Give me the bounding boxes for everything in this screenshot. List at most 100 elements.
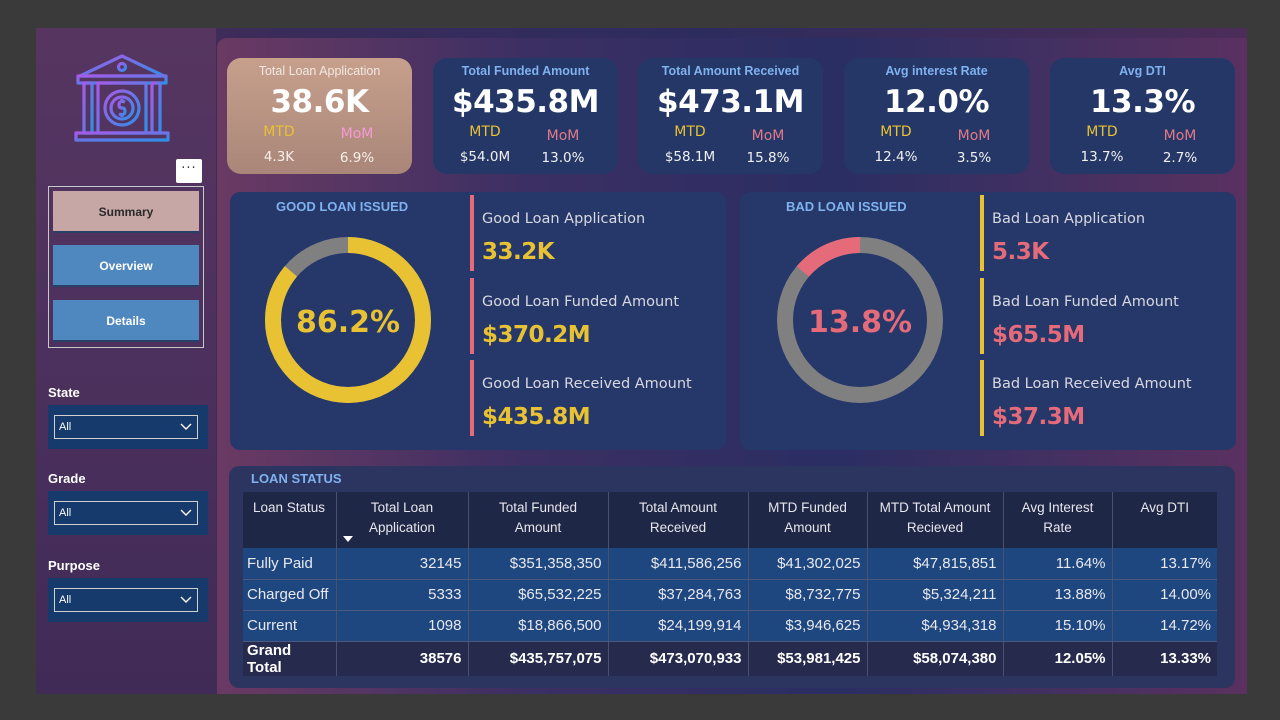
good-loan-application-metric: Good Loan Application 33.2K [470, 195, 720, 271]
bad-loan-panel: BAD LOAN ISSUED 13.8% Bad Loan Applicati… [740, 192, 1236, 450]
good-loan-donut[interactable]: 86.2% [258, 230, 438, 410]
purpose-filter-label: Purpose [48, 558, 101, 573]
kpi-card-amount-received[interactable]: Total Amount Received $473.1M MTD MoM $5… [638, 58, 823, 174]
state-filter-label: State [48, 385, 80, 400]
state-filter: All [48, 405, 208, 449]
kpi-value: $473.1M [657, 84, 804, 120]
table-cell: 5333 [336, 579, 469, 611]
column-header-total-amount-received[interactable]: Total Amount Received [608, 492, 749, 548]
kpi-mtd-value: 4.3K [263, 149, 295, 165]
more-options-button[interactable]: ··· [176, 159, 202, 183]
loan-status-title: LOAN STATUS [251, 471, 342, 486]
table-cell: 14.00% [1112, 579, 1217, 611]
column-header-label: MTD Total Amount Recieved [879, 500, 991, 535]
nav-summary-button[interactable]: Summary [53, 191, 199, 233]
table-cell: $411,586,256 [608, 548, 749, 580]
kpi-mom-label: MoM [957, 128, 991, 144]
metric-label: Bad Loan Application [992, 211, 1146, 227]
kpi-title: Total Amount Received [661, 64, 800, 78]
metric-accent-bar [470, 360, 474, 436]
column-header-loan-status[interactable]: Loan Status [243, 492, 337, 548]
table-cell: Current [243, 610, 337, 642]
good-loan-funded-metric: Good Loan Funded Amount $370.2M [470, 278, 720, 354]
column-header-total-funded-amount[interactable]: Total Funded Amount [468, 492, 609, 548]
table-cell: $3,946,625 [748, 610, 868, 642]
column-header-avg-dti[interactable]: Avg DTI [1112, 492, 1217, 548]
bad-loan-donut[interactable]: 13.8% [770, 230, 950, 410]
purpose-dropdown[interactable]: All [54, 588, 198, 612]
metric-label: Good Loan Funded Amount [482, 294, 680, 310]
nav-overview-button[interactable]: Overview [53, 245, 199, 287]
kpi-mom-value: 15.8% [746, 150, 790, 166]
table-cell: Fully Paid [243, 548, 337, 580]
table-cell: $53,981,425 [748, 641, 868, 676]
kpi-mtd-value: $54.0M [459, 149, 511, 165]
kpi-card-funded-amount[interactable]: Total Funded Amount $435.8M MTD MoM $54.… [433, 58, 618, 174]
kpi-mom-label: MoM [546, 128, 580, 144]
good-loan-received-metric: Good Loan Received Amount $435.8M [470, 360, 720, 436]
table-cell: 14.72% [1112, 610, 1217, 642]
column-header-label: Total Loan Application [368, 500, 436, 535]
column-header-label: Total Amount Received [638, 500, 718, 535]
kpi-card-total-applications[interactable]: Total Loan Application 38.6K MTD MoM 4.3… [227, 58, 412, 174]
table-row[interactable]: Current 1098 $18,866,500 $24,199,914 $3,… [243, 610, 1217, 642]
main-content: Total Loan Application 38.6K MTD MoM 4.3… [217, 38, 1247, 694]
kpi-mom-value: 6.9% [339, 150, 375, 166]
grade-dropdown[interactable]: All [54, 501, 198, 525]
bad-loan-received-metric: Bad Loan Received Amount $37.3M [980, 360, 1230, 436]
state-dropdown[interactable]: All [54, 415, 198, 439]
table-cell: $435,757,075 [468, 641, 609, 676]
column-header-avg-interest-rate[interactable]: Avg Interest Rate [1003, 492, 1113, 548]
table-cell: 13.88% [1003, 579, 1113, 611]
table-cell: 15.10% [1003, 610, 1113, 642]
column-header-mtd-funded-amount[interactable]: MTD Funded Amount [748, 492, 868, 548]
column-header-label: MTD Funded Amount [768, 500, 847, 535]
metric-accent-bar [980, 278, 984, 354]
kpi-mtd-label: MTD [880, 124, 912, 140]
metric-accent-bar [980, 360, 984, 436]
chevron-down-icon [180, 596, 192, 603]
table-cell: $58,074,380 [867, 641, 1004, 676]
table-cell: $473,070,933 [608, 641, 749, 676]
metric-label: Bad Loan Funded Amount [992, 294, 1179, 310]
table-row[interactable]: Fully Paid 32145 $351,358,350 $411,586,2… [243, 548, 1217, 580]
table-cell: $5,324,211 [867, 579, 1004, 611]
kpi-mom-label: MoM [1163, 128, 1197, 144]
kpi-value: 38.6K [270, 84, 369, 120]
metric-label: Bad Loan Received Amount [992, 376, 1192, 392]
kpi-card-avg-dti[interactable]: Avg DTI 13.3% MTD MoM 13.7% 2.7% [1050, 58, 1235, 174]
table-total-row: Grand Total 38576 $435,757,075 $473,070,… [243, 641, 1217, 676]
table-header-row: Loan Status Total Loan Application Total… [243, 492, 1217, 548]
table-row[interactable]: Charged Off 5333 $65,532,225 $37,284,763… [243, 579, 1217, 611]
metric-accent-bar [470, 278, 474, 354]
table-cell: $18,866,500 [468, 610, 609, 642]
metric-value: $370.2M [482, 322, 591, 348]
grade-filter-label: Grade [48, 471, 86, 486]
nav-details-button[interactable]: Details [53, 300, 199, 342]
column-header-total-loan-application[interactable]: Total Loan Application [336, 492, 469, 548]
table-cell: $24,199,914 [608, 610, 749, 642]
table-cell: $41,302,025 [748, 548, 868, 580]
column-header-mtd-total-amount-received[interactable]: MTD Total Amount Recieved [867, 492, 1004, 548]
bank-dollar-icon [74, 54, 170, 142]
kpi-mtd-value: 13.7% [1080, 149, 1124, 165]
table-cell: 1098 [336, 610, 469, 642]
kpi-card-interest-rate[interactable]: Avg interest Rate 12.0% MTD MoM 12.4% 3.… [844, 58, 1029, 174]
kpi-mom-label: MoM [751, 128, 785, 144]
metric-value: $65.5M [992, 322, 1085, 348]
metric-accent-bar [980, 195, 984, 271]
metric-value: $435.8M [482, 404, 591, 430]
metric-value: 5.3K [992, 239, 1049, 265]
kpi-title: Avg DTI [1119, 64, 1166, 78]
kpi-mtd-label: MTD [674, 124, 706, 140]
table-cell: Grand Total [243, 641, 337, 676]
kpi-title: Total Loan Application [258, 64, 381, 78]
chevron-down-icon [180, 509, 192, 516]
table-cell: $65,532,225 [468, 579, 609, 611]
chevron-down-icon [180, 423, 192, 430]
sidebar: ··· Summary Overview Details State All G… [36, 28, 216, 694]
kpi-title: Avg interest Rate [885, 64, 988, 78]
table-cell: 13.17% [1112, 548, 1217, 580]
dashboard-canvas: ··· Summary Overview Details State All G… [36, 28, 1247, 694]
metric-value: $37.3M [992, 404, 1085, 430]
